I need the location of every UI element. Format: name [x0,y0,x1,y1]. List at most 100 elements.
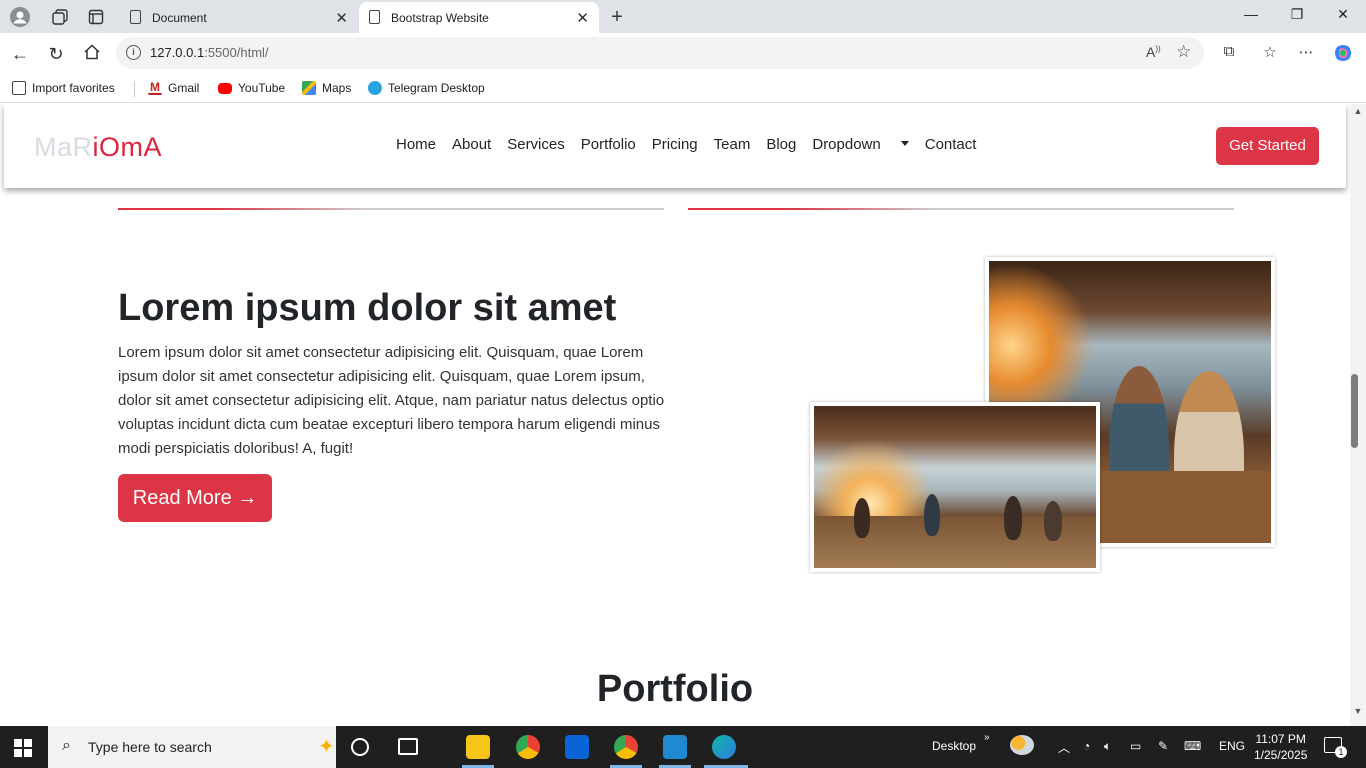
fav-gmail[interactable]: M Gmail [148,81,199,95]
site-menu: Home About Services Portfolio Pricing Te… [396,136,992,153]
battery-icon[interactable]: ▭ [1130,739,1141,753]
skill-progress-bar [118,208,664,210]
notification-count: 1 [1335,746,1347,758]
task-view-icon[interactable] [398,738,418,755]
menu-services[interactable]: Services [507,136,565,153]
menu-contact[interactable]: Contact [925,136,977,153]
gmail-icon: M [148,80,162,95]
read-more-button[interactable]: Read More → [118,474,272,522]
scroll-up-arrow-icon[interactable]: ▲ [1350,106,1366,116]
skill-progress-bar [688,208,1234,210]
clock-time: 11:07 PM [1255,732,1306,746]
close-icon[interactable]: ✕ [335,9,348,27]
maps-icon [302,81,316,95]
edge-icon[interactable] [712,735,736,759]
about-paragraph: Lorem ipsum dolor sit amet consectetur a… [118,344,665,457]
extensions-icon[interactable]: ⧉ [1218,43,1240,60]
menu-team[interactable]: Team [714,136,751,153]
menu-portfolio[interactable]: Portfolio [581,136,636,153]
close-icon[interactable]: ✕ [576,9,589,27]
table-surface [1089,471,1271,543]
get-started-button[interactable]: Get Started [1216,127,1319,165]
person-figure [1004,496,1022,540]
sparkle-icon: ✦ [318,736,335,758]
menu-home[interactable]: Home [396,136,436,153]
import-icon [12,81,26,95]
tab-title: Bootstrap Website [391,10,489,25]
refresh-icon[interactable]: ↻ [45,43,67,65]
show-hidden-icons-icon[interactable]: ︿ [1058,739,1070,756]
person-figure [854,498,870,538]
window-close-icon[interactable]: ✕ [1333,6,1353,23]
windows-taskbar: ⌕ Type here to search ✦ Desktop » ︿ ◔ 🔈︎… [0,726,1366,768]
chrome-profile-icon[interactable] [614,735,638,759]
file-explorer-icon[interactable] [466,735,490,759]
minimize-icon[interactable]: — [1241,6,1261,22]
tab-actions-icon[interactable] [85,6,107,28]
menu-dropdown[interactable]: Dropdown [812,136,909,153]
pen-icon[interactable]: ✎ [1158,739,1168,753]
person-figure [1044,501,1062,541]
site-navbar: MaRiOmA Home About Services Portfolio Pr… [4,104,1346,188]
taskbar-search-box[interactable]: ⌕ Type here to search ✦ [48,726,336,768]
weather-icon[interactable] [1010,735,1034,755]
outlook-icon[interactable] [565,735,589,759]
favorites-bar: Import favorites M Gmail YouTube Maps Te… [0,75,1366,103]
menu-pricing[interactable]: Pricing [652,136,698,153]
restore-icon[interactable]: ❐ [1287,6,1307,23]
scrollbar-thumb[interactable] [1351,374,1358,448]
read-aloud-icon[interactable]: A)) [1146,44,1161,60]
person-figure [924,494,940,536]
chrome-icon[interactable] [516,735,540,759]
taskbar-clock[interactable]: 11:07 PM 1/25/2025 [1254,731,1307,763]
fav-telegram-desktop[interactable]: Telegram Desktop [368,81,485,95]
page-viewport: MaRiOmA Home About Services Portfolio Pr… [0,104,1350,726]
search-placeholder: Type here to search [88,739,212,755]
youtube-icon [218,82,232,94]
tab-bootstrap-website[interactable]: Bootstrap Website ✕ [359,2,599,33]
fav-youtube[interactable]: YouTube [218,81,285,95]
url-text: 127.0.0.1:5500/html/ [150,45,269,60]
fav-maps[interactable]: Maps [302,81,351,95]
scroll-down-arrow-icon[interactable]: ▼ [1350,706,1366,716]
about-heading: Lorem ipsum dolor sit amet [118,287,617,329]
workspaces-icon[interactable] [49,6,71,28]
volume-icon[interactable]: 🔈︎ [1104,739,1111,754]
menu-blog[interactable]: Blog [766,136,796,153]
favorites-divider [134,81,135,97]
cortana-icon[interactable] [351,738,369,756]
tab-title: Document [152,10,207,25]
desktop-toolbar-label[interactable]: Desktop [932,739,976,753]
favorites-icon[interactable]: ☆ [1259,43,1281,61]
windows-start-icon[interactable] [14,739,32,757]
keyboard-icon[interactable]: ⌨ [1184,739,1201,753]
favorite-star-icon[interactable]: ☆ [1176,42,1191,62]
fav-import-favorites[interactable]: Import favorites [12,81,115,95]
more-menu-icon[interactable]: ⋯ [1295,43,1317,61]
language-indicator[interactable]: ENG [1219,739,1245,753]
portfolio-heading: Portfolio [596,668,754,710]
browser-tab-bar: Document ✕ Bootstrap Website ✕ + — ❐ ✕ [0,0,1366,33]
site-info-icon[interactable]: i [126,45,141,60]
home-icon[interactable] [81,43,103,65]
tab-document[interactable]: Document ✕ [120,2,358,33]
new-tab-icon[interactable]: + [606,6,628,28]
vscode-icon[interactable] [663,735,687,759]
toolbar-expand-icon[interactable]: » [984,732,990,743]
caret-down-icon [900,141,909,146]
telegram-icon [368,81,382,95]
wifi-icon[interactable]: ◔ [1083,739,1090,753]
site-logo[interactable]: MaRiOmA [34,132,162,163]
profile-icon[interactable] [9,6,31,28]
menu-about[interactable]: About [452,136,491,153]
address-bar-row: ← ↻ i 127.0.0.1:5500/html/ A)) ☆ ⧉ ☆ ⋯ [0,33,1366,75]
clock-date: 1/25/2025 [1254,748,1308,762]
page-icon [130,10,141,24]
search-icon: ⌕ [62,737,71,754]
back-icon[interactable]: ← [9,43,31,65]
copilot-icon[interactable] [1332,43,1354,67]
url-field[interactable]: i 127.0.0.1:5500/html/ A)) ☆ [116,37,1204,69]
cafe-interior-photo [810,402,1100,572]
page-icon [369,10,380,24]
notifications-icon[interactable]: 1 [1324,737,1347,758]
